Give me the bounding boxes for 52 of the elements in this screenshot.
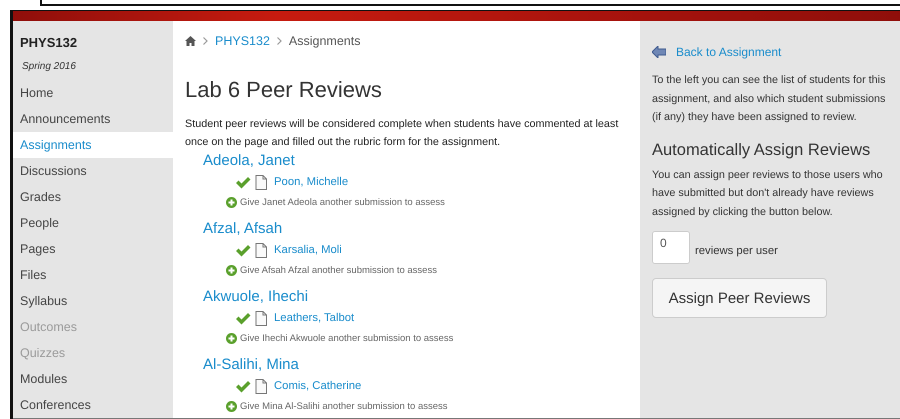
- nav-item[interactable]: People: [13, 210, 173, 236]
- intro-text: Student peer reviews will be considered complete when students have commented at least once on the page and filled out the rubric form for the assignment.: [185, 117, 620, 150]
- assign-button[interactable]: Assign Peer Reviews: [652, 278, 827, 318]
- checkmark-icon: [235, 176, 251, 188]
- nav-item[interactable]: Grades: [13, 184, 173, 210]
- plus-icon: [226, 196, 237, 208]
- course-term: Spring 2016: [21, 60, 77, 74]
- chevron-icon: [203, 37, 208, 45]
- nav-item[interactable]: Assignments: [13, 132, 173, 158]
- chevron-icon: [276, 37, 282, 45]
- info-text: To the left you can see the list of students for this assignment, and also which student submissions (if any) they have been assigned to review.: [652, 73, 886, 125]
- document-icon: [255, 242, 267, 258]
- student-link[interactable]: Afzal, Afsah: [203, 219, 628, 239]
- reviewer-link[interactable]: Karsalia, Moli: [274, 244, 342, 256]
- nav-item[interactable]: Modules: [13, 366, 173, 392]
- count-label: reviews per user: [695, 244, 778, 256]
- reviewer-link[interactable]: Leathers, Talbot: [274, 312, 354, 324]
- nav-item[interactable]: Syllabus: [13, 288, 173, 314]
- page-title: Lab 6 Peer Reviews: [185, 77, 383, 103]
- back-link[interactable]: Back to Assignment: [676, 45, 782, 59]
- student-link[interactable]: Akwuole, Ihechi: [203, 287, 628, 307]
- document-icon: [255, 378, 267, 394]
- nav-item[interactable]: Files: [13, 262, 173, 288]
- document-icon: [255, 310, 267, 326]
- add-submission-link[interactable]: Give Afsah Afzal another submission to assess: [240, 264, 437, 276]
- add-submission-link[interactable]: Give Mina Al-Salihi another submission to assess: [240, 400, 448, 412]
- breadcrumb-current: Assignments: [288, 34, 360, 48]
- nav-item[interactable]: Home: [13, 80, 173, 106]
- student-link[interactable]: Adeola, Janet: [203, 151, 628, 171]
- auto-assign-text: You can assign peer reviews to those users who have submitted but don't already have reviews assigned by clicking the button below.: [652, 168, 884, 220]
- add-submission-link[interactable]: Give Ihechi Akwuole another submission to assess: [240, 332, 454, 344]
- reviews-count-field[interactable]: 0: [652, 231, 690, 264]
- reviewer-link[interactable]: Comis, Catherine: [274, 380, 362, 392]
- checkmark-icon: [235, 244, 251, 256]
- nav-item[interactable]: Conferences: [13, 392, 173, 418]
- breadcrumb-link[interactable]: PHYS132: [215, 34, 270, 48]
- home-icon[interactable]: [185, 36, 196, 46]
- checkmark-icon: [235, 380, 251, 392]
- reviewer-link[interactable]: Poon, Michelle: [274, 176, 348, 188]
- plus-icon: [226, 264, 237, 276]
- nav-item[interactable]: Announcements: [13, 106, 173, 132]
- student-link[interactable]: Al-Salihi, Mina: [203, 355, 628, 375]
- back-arrow-icon[interactable]: [652, 46, 666, 58]
- course-code: PHYS132: [19, 34, 78, 52]
- add-submission-link[interactable]: Give Janet Adeola another submission to assess: [240, 196, 445, 208]
- nav-item[interactable]: Discussions: [13, 158, 173, 184]
- checkmark-icon: [235, 312, 251, 324]
- nav-item[interactable]: Pages: [13, 236, 173, 262]
- plus-icon: [226, 332, 237, 344]
- plus-icon: [226, 400, 237, 412]
- document-icon: [255, 174, 267, 190]
- section-heading: Automatically Assign Reviews: [652, 140, 872, 160]
